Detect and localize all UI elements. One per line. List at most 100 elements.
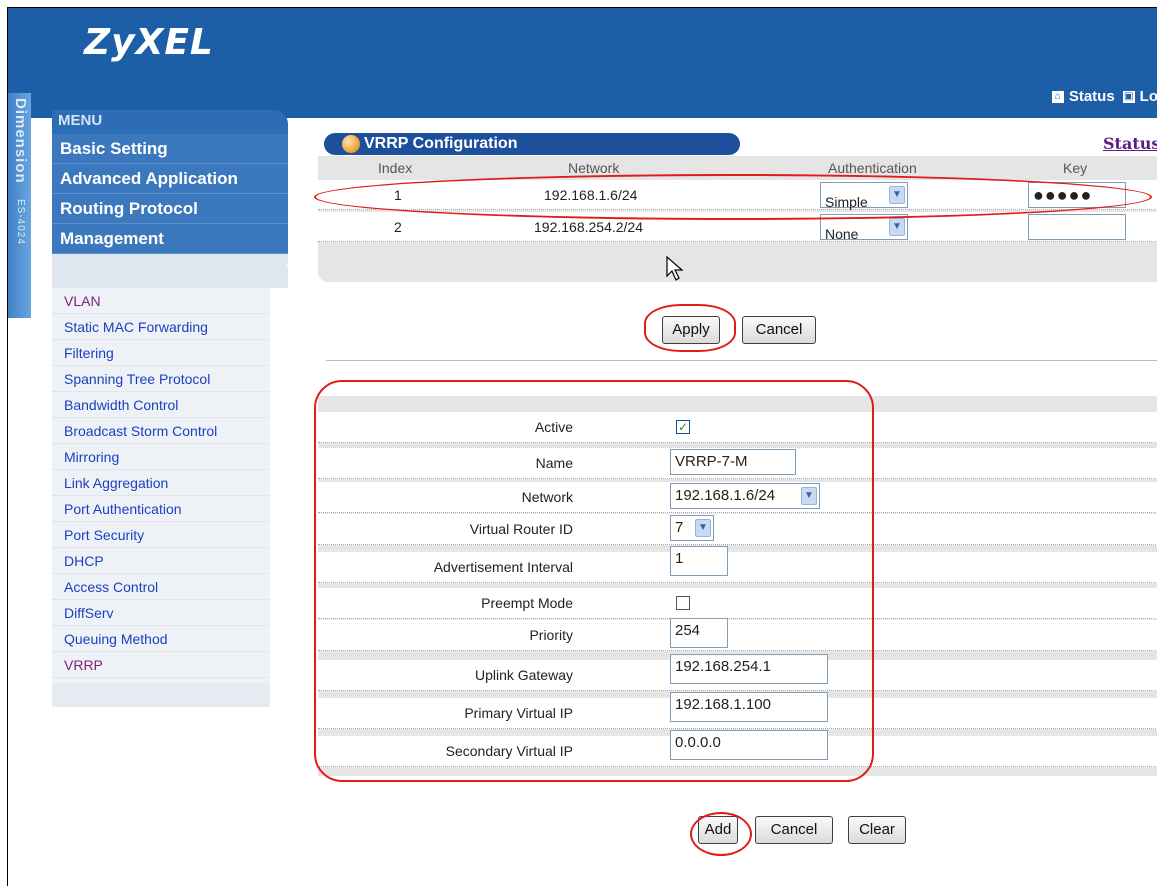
sub-item-static-mac[interactable]: Static MAC Forwarding — [52, 314, 270, 340]
table-row: 1 192.168.1.6/24 Simple ▼ ●●●●● — [318, 180, 1157, 210]
header-bar: ZyXEL ⌂ Status ▣ Lo — [8, 8, 1157, 118]
add-button[interactable]: Add — [698, 816, 738, 844]
sub-item-dhcp[interactable]: DHCP — [52, 548, 270, 574]
vrid-select-value: 7 — [675, 519, 684, 536]
chevron-down-icon: ▼ — [889, 186, 905, 204]
col-key: Key — [1063, 160, 1088, 176]
preempt-checkbox[interactable] — [676, 596, 690, 610]
vrid-label: Virtual Router ID — [469, 521, 573, 537]
primary-vip-input[interactable]: 192.168.1.100 — [670, 692, 828, 722]
auth-select[interactable]: None ▼ — [820, 214, 908, 242]
sub-item-link-aggregation[interactable]: Link Aggregation — [52, 470, 270, 496]
form-row-priority: Priority 254 — [318, 618, 1157, 651]
menu-routing-protocol[interactable]: Routing Protocol — [52, 194, 288, 224]
network-select[interactable]: 192.168.1.6/24 ▼ — [670, 483, 820, 509]
secondary-vip-label: Secondary Virtual IP — [445, 743, 573, 759]
form-row-vrid: Virtual Router ID 7 ▼ — [318, 514, 1157, 545]
status-top-link[interactable]: ⌂ Status — [1051, 88, 1115, 105]
zyxel-logo: ZyXEL — [84, 22, 214, 63]
table-header: Index Network Authentication Key — [318, 158, 1157, 178]
primary-vip-label: Primary Virtual IP — [464, 705, 573, 721]
sub-item-queuing[interactable]: Queuing Method — [52, 626, 270, 652]
auth-select-value: Simple — [825, 194, 868, 210]
status-top-label: Status — [1068, 88, 1115, 105]
form-row-name: Name VRRP-7-M — [318, 448, 1157, 479]
form-row-secondary-vip: Secondary Virtual IP 0.0.0.0 — [318, 730, 1157, 767]
menu-management[interactable]: Management — [52, 224, 288, 254]
form-row-uplink: Uplink Gateway 192.168.254.1 — [318, 654, 1157, 691]
apply-button[interactable]: Apply — [662, 316, 720, 344]
mouse-cursor-icon — [666, 256, 684, 281]
sub-item-vlan[interactable]: VLAN — [52, 288, 270, 314]
key-input[interactable] — [1028, 214, 1126, 240]
main-menu: Basic Setting Advanced Application Routi… — [52, 134, 288, 264]
key-input[interactable]: ●●●●● — [1028, 182, 1126, 208]
section-title: VRRP Configuration — [364, 135, 518, 152]
active-label: Active — [534, 419, 573, 435]
table-row: 2 192.168.254.2/24 None ▼ — [318, 212, 1157, 242]
col-authentication: Authentication — [828, 160, 917, 176]
form-row-active: Active ✓ — [318, 412, 1157, 443]
row-index: 2 — [394, 219, 402, 235]
cancel-bottom-button[interactable]: Cancel — [755, 816, 833, 844]
sub-item-diffserv[interactable]: DiffServ — [52, 600, 270, 626]
secondary-vip-input[interactable]: 0.0.0.0 — [670, 730, 828, 760]
section-orb-icon — [342, 135, 360, 153]
auth-select-value: None — [825, 226, 859, 242]
sub-item-vrrp[interactable]: VRRP — [52, 652, 270, 678]
network-select-value: 192.168.1.6/24 — [675, 487, 776, 504]
form-row-adv-interval: Advertisement Interval 1 — [318, 546, 1157, 583]
priority-label: Priority — [529, 627, 573, 643]
sub-item-broadcast-storm[interactable]: Broadcast Storm Control — [52, 418, 270, 444]
browser-frame: ZyXEL ⌂ Status ▣ Lo Dimension ES-4024 ME… — [7, 7, 1157, 886]
form-row-primary-vip: Primary Virtual IP 192.168.1.100 — [318, 692, 1157, 729]
home-icon: ⌂ — [1051, 90, 1064, 103]
status-link[interactable]: Status — [1103, 134, 1157, 153]
adv-interval-label: Advertisement Interval — [433, 559, 573, 575]
brand-name: Dimension — [12, 98, 29, 184]
preempt-label: Preempt Mode — [481, 595, 573, 611]
auth-select[interactable]: Simple ▼ — [820, 182, 908, 210]
model-name: ES-4024 — [15, 198, 26, 245]
logout-top-link[interactable]: ▣ Lo — [1122, 88, 1157, 105]
sub-item-bandwidth[interactable]: Bandwidth Control — [52, 392, 270, 418]
menu-basic-setting[interactable]: Basic Setting — [52, 134, 288, 164]
clear-button[interactable]: Clear — [848, 816, 906, 844]
active-checkbox[interactable]: ✓ — [676, 420, 690, 434]
form-row-preempt: Preempt Mode — [318, 588, 1157, 619]
menu-title: MENU — [52, 110, 288, 134]
row-index: 1 — [394, 187, 402, 203]
name-label: Name — [535, 455, 573, 471]
top-links: ⌂ Status ▣ Lo — [1051, 88, 1157, 105]
sub-item-mirroring[interactable]: Mirroring — [52, 444, 270, 470]
brand-vertical-text: Dimension ES-4024 — [10, 98, 29, 245]
sub-menu: VLAN Static MAC Forwarding Filtering Spa… — [52, 288, 270, 683]
adv-interval-input[interactable]: 1 — [670, 546, 728, 576]
sub-item-spanning-tree[interactable]: Spanning Tree Protocol — [52, 366, 270, 392]
col-index: Index — [378, 160, 413, 176]
priority-input[interactable]: 254 — [670, 618, 728, 648]
sub-item-port-security[interactable]: Port Security — [52, 522, 270, 548]
row-network: 192.168.254.2/24 — [534, 219, 643, 235]
chevron-down-icon: ▼ — [801, 487, 817, 505]
name-input[interactable]: VRRP-7-M — [670, 449, 796, 475]
logout-top-label: Lo — [1139, 88, 1157, 105]
menu-advanced-application[interactable]: Advanced Application — [52, 164, 288, 194]
section-title-bar: VRRP Configuration — [324, 133, 740, 155]
sub-item-filtering[interactable]: Filtering — [52, 340, 270, 366]
menu-spacer — [52, 254, 288, 288]
uplink-gateway-input[interactable]: 192.168.254.1 — [670, 654, 828, 684]
sub-item-port-auth[interactable]: Port Authentication — [52, 496, 270, 522]
sub-item-access-control[interactable]: Access Control — [52, 574, 270, 600]
form-row-network: Network 192.168.1.6/24 ▼ — [318, 482, 1157, 513]
col-network: Network — [568, 160, 620, 176]
cancel-top-button[interactable]: Cancel — [742, 316, 816, 344]
vrid-select[interactable]: 7 ▼ — [670, 515, 714, 541]
chevron-down-icon: ▼ — [889, 218, 905, 236]
uplink-label: Uplink Gateway — [474, 667, 573, 683]
divider — [326, 360, 1157, 361]
sub-menu-footer — [52, 683, 270, 707]
row-network: 192.168.1.6/24 — [544, 187, 638, 203]
network-label: Network — [521, 489, 573, 505]
chevron-down-icon: ▼ — [695, 519, 711, 537]
